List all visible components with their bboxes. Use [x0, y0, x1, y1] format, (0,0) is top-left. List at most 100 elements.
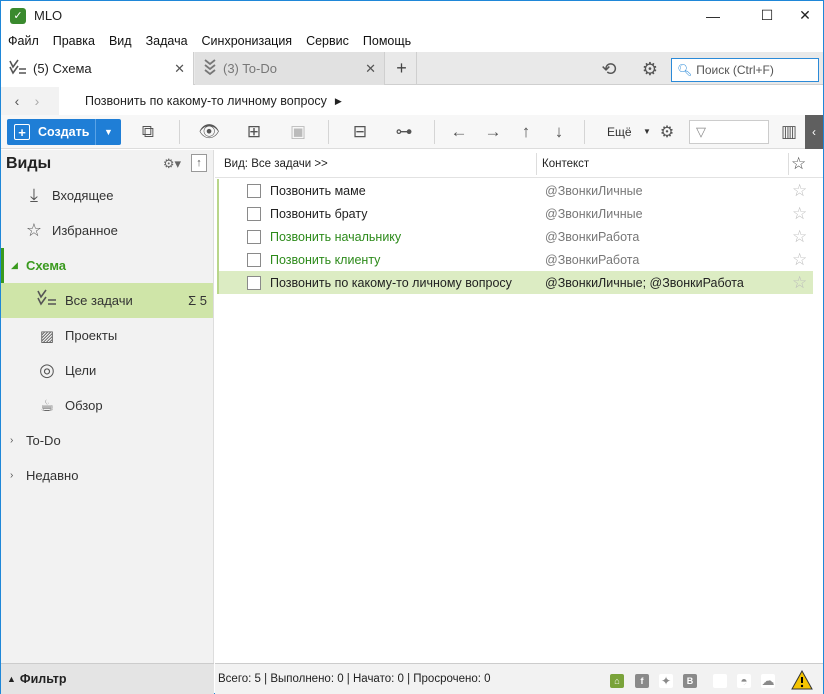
star-icon[interactable]: ☆: [792, 250, 807, 270]
collapse-triangle-icon[interactable]: ◢: [11, 260, 18, 271]
filter-input[interactable]: ▽: [689, 120, 769, 144]
facebook-icon[interactable]: f: [635, 674, 649, 688]
blogger-icon[interactable]: B: [683, 674, 697, 688]
sync-icon[interactable]: ⟲: [597, 58, 621, 80]
tab-schema[interactable]: (5) Схема ✕: [1, 52, 194, 85]
forward-arrow-icon[interactable]: ›: [27, 93, 47, 109]
column-divider[interactable]: [788, 153, 789, 175]
create-button[interactable]: + Создать ▼: [7, 119, 121, 145]
sidebar-item-inbox[interactable]: ⤓ Входящее: [1, 178, 213, 213]
close-icon[interactable]: ✕: [783, 1, 824, 30]
menu-task[interactable]: Задача: [139, 34, 195, 48]
eye-icon[interactable]: 👁︎: [197, 121, 221, 143]
tab-todo[interactable]: (3) To-Do ✕: [195, 52, 385, 85]
task-checkbox[interactable]: [247, 183, 261, 198]
task-checkbox[interactable]: [247, 229, 261, 244]
sidebar-item-label: Схема: [26, 258, 67, 273]
star-icon[interactable]: ☆: [792, 204, 807, 224]
back-arrow-icon[interactable]: ‹: [7, 93, 27, 109]
android-icon[interactable]: ◓: [737, 674, 751, 688]
add-tab-button[interactable]: +: [387, 52, 417, 85]
twitter-icon[interactable]: ✦: [659, 674, 673, 688]
close-tab-icon[interactable]: ✕: [174, 61, 185, 77]
expand-up-icon[interactable]: ▲: [7, 674, 16, 684]
home-icon[interactable]: ⌂: [610, 674, 624, 688]
expand-triangle-icon[interactable]: ›: [10, 470, 13, 481]
sidebar-item-projects[interactable]: ▨ Проекты: [1, 318, 213, 353]
create-label: Создать: [38, 125, 90, 139]
title-bar: ✓ MLO — ☐ ✕: [1, 1, 823, 30]
menu-service[interactable]: Сервис: [299, 34, 356, 48]
close-tab-icon[interactable]: ✕: [365, 61, 376, 77]
sidebar-item-review[interactable]: ☕︎ Обзор: [1, 388, 213, 423]
status-bar: Всего: 5 | Выполнено: 0 | Начато: 0 | Пр…: [215, 663, 823, 694]
add-dashed-icon[interactable]: ⊞: [242, 121, 266, 143]
table-row[interactable]: Позвонить по какому-то личному вопросу @…: [217, 271, 813, 294]
star-icon[interactable]: ☆: [792, 181, 807, 201]
task-list: Вид: Все задачи >> Контекст ☆ Позвонить …: [215, 150, 823, 663]
cloud-icon[interactable]: ☁: [761, 673, 775, 688]
add-subtask-icon[interactable]: ⧉: [136, 121, 160, 143]
task-checkbox[interactable]: [247, 252, 261, 267]
arrow-left-icon[interactable]: ←: [447, 121, 471, 143]
sidebar-item-favorites[interactable]: ☆ Избранное: [1, 213, 213, 248]
more-button[interactable]: Ещё: [607, 125, 632, 139]
sidebar-item-recent[interactable]: › Недавно: [1, 458, 213, 493]
star-icon[interactable]: ☆: [792, 273, 807, 293]
filter-bar[interactable]: ▲ Фильтр: [1, 663, 214, 694]
sidebar-item-todo[interactable]: › To-Do: [1, 423, 213, 458]
table-row[interactable]: Позвонить клиенту @ЗвонкиРабота ☆: [217, 248, 813, 271]
star-icon[interactable]: ☆: [792, 227, 807, 247]
status-summary: Всего: 5 | Выполнено: 0 | Начато: 0 | Пр…: [218, 673, 491, 685]
all-tasks-icon: [9, 59, 27, 78]
warning-icon[interactable]: [791, 669, 815, 690]
table-row[interactable]: Позвонить брату @ЗвонкиЛичные ☆: [217, 202, 813, 225]
chevron-down-icon[interactable]: ▼: [95, 119, 121, 145]
column-divider[interactable]: [536, 153, 537, 175]
single-node-icon[interactable]: ⊟: [348, 121, 372, 143]
menu-file[interactable]: Файл: [1, 34, 46, 48]
hierarchy-icon[interactable]: ⊶: [392, 121, 416, 143]
menu-view[interactable]: Вид: [102, 34, 139, 48]
collapse-up-icon[interactable]: ↑: [191, 154, 207, 172]
sidebar-item-all-tasks[interactable]: Все задачи Σ 5: [1, 283, 213, 318]
task-checkbox[interactable]: [247, 275, 261, 290]
arrow-down-icon[interactable]: ↓: [547, 121, 571, 143]
task-checkbox[interactable]: [247, 206, 261, 221]
settings-gear-icon[interactable]: ⚙: [638, 58, 662, 80]
menu-help[interactable]: Помощь: [356, 34, 418, 48]
menu-edit[interactable]: Правка: [46, 34, 102, 48]
sidebar-item-goals[interactable]: ◎ Цели: [1, 353, 213, 388]
all-tasks-icon: [36, 289, 58, 312]
star-column-icon[interactable]: ☆: [791, 154, 806, 174]
sidebar-item-label: Все задачи: [65, 293, 133, 308]
task-name: Позвонить начальнику: [270, 229, 402, 244]
separator: [179, 120, 180, 144]
gear-dropdown-icon[interactable]: ⚙▾: [163, 156, 181, 172]
search-input[interactable]: 🔍︎ Поиск (Ctrl+F): [671, 58, 819, 82]
arrow-right-icon[interactable]: →: [481, 121, 505, 143]
options-gear-icon[interactable]: ⚙: [655, 121, 679, 143]
table-row[interactable]: Позвонить маме @ЗвонкиЛичные ☆: [217, 179, 813, 202]
table-row[interactable]: Позвонить начальнику @ЗвонкиРабота ☆: [217, 225, 813, 248]
sidebar-item-schema[interactable]: ◢ Схема: [1, 248, 213, 283]
breadcrumb-bar: ‹ › Позвонить по какому-то личному вопро…: [1, 87, 823, 115]
caret-down-icon[interactable]: ▼: [643, 127, 651, 136]
minimize-icon[interactable]: —: [691, 1, 735, 30]
inbox-icon: ⤓: [30, 185, 38, 205]
collapse-panel-icon[interactable]: ‹: [805, 115, 823, 149]
task-context: @ЗвонкиЛичные; @ЗвонкиРабота: [545, 275, 744, 290]
columns-icon[interactable]: ▥: [777, 121, 801, 143]
breadcrumb-arrow-icon[interactable]: ▶: [335, 96, 342, 107]
arrow-up-icon[interactable]: ↑: [514, 121, 538, 143]
projects-icon: ▨: [39, 327, 55, 345]
apple-icon[interactable]: [713, 674, 727, 688]
context-column-header[interactable]: Контекст: [542, 158, 589, 170]
disabled-calendar-icon[interactable]: ▣: [286, 121, 310, 143]
sidebar: Виды ⚙▾ ↑ ⤓ Входящее ☆ Избранное ◢ Схема…: [1, 150, 214, 663]
view-column-header[interactable]: Вид: Все задачи >>: [224, 158, 328, 170]
breadcrumb-item[interactable]: Позвонить по какому-то личному вопросу: [85, 94, 327, 108]
expand-triangle-icon[interactable]: ›: [10, 435, 13, 446]
menu-sync[interactable]: Синхронизация: [195, 34, 300, 48]
task-context: @ЗвонкиРабота: [545, 252, 640, 267]
